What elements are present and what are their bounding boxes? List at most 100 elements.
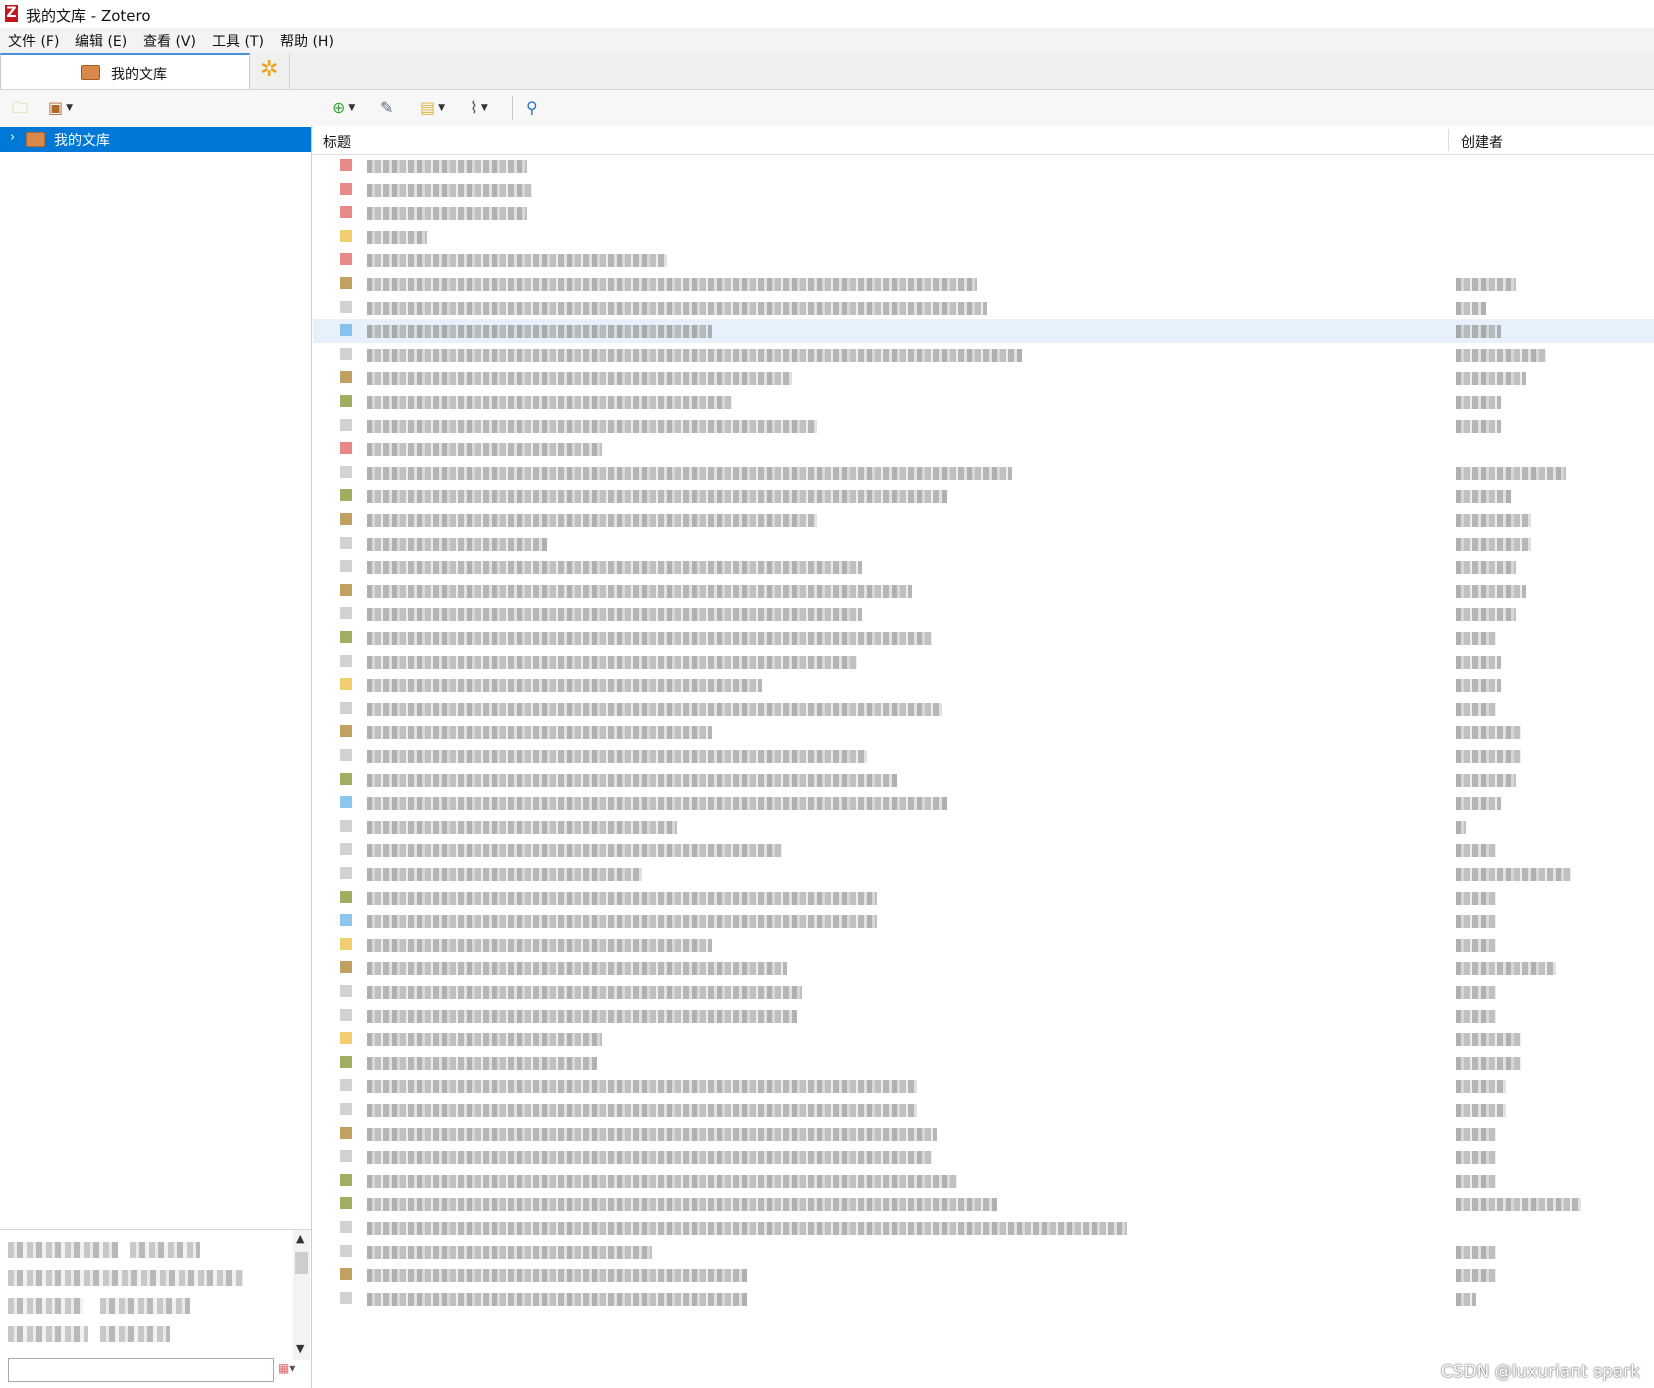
search-button[interactable]: ⚲: [526, 98, 538, 118]
menu-view[interactable]: 查看 (V): [143, 31, 196, 51]
new-item-button[interactable]: ⊕ ▼: [332, 98, 355, 118]
column-divider[interactable]: [1448, 129, 1449, 151]
item-row[interactable]: [313, 390, 1654, 414]
column-creator[interactable]: 创建者: [1461, 132, 1503, 152]
item-row[interactable]: [313, 933, 1654, 957]
item-type-icon: [340, 772, 352, 785]
item-row[interactable]: [313, 484, 1654, 508]
tag-blurred[interactable]: [130, 1242, 200, 1258]
tag-blurred[interactable]: [8, 1242, 118, 1258]
tag-blurred[interactable]: [100, 1326, 170, 1342]
item-row[interactable]: [313, 201, 1654, 225]
item-row[interactable]: [313, 343, 1654, 367]
item-row[interactable]: [313, 886, 1654, 910]
item-type-icon: [340, 725, 352, 738]
item-title-blurred: [367, 702, 942, 716]
tag-blurred[interactable]: [100, 1298, 190, 1314]
item-row[interactable]: [313, 1240, 1654, 1264]
item-row[interactable]: [313, 791, 1654, 815]
item-row[interactable]: [313, 154, 1654, 178]
new-collection-button[interactable]: 🗀: [12, 98, 28, 118]
item-title-blurred: [367, 348, 1022, 362]
item-title-blurred: [367, 608, 862, 622]
item-row[interactable]: [313, 980, 1654, 1004]
menu-edit[interactable]: 编辑 (E): [75, 31, 127, 51]
item-row[interactable]: [313, 744, 1654, 768]
item-row[interactable]: [313, 815, 1654, 839]
item-row[interactable]: [313, 225, 1654, 249]
column-title[interactable]: 标题: [323, 132, 351, 152]
tab-my-library[interactable]: 我的文库: [0, 53, 250, 89]
item-row[interactable]: [313, 602, 1654, 626]
item-row[interactable]: [313, 461, 1654, 485]
add-attachment-button[interactable]: ⌇ ▼: [470, 98, 488, 118]
item-title-blurred: [367, 372, 792, 386]
item-row[interactable]: [313, 1192, 1654, 1216]
item-creator-blurred: [1456, 938, 1496, 952]
item-row[interactable]: [313, 673, 1654, 697]
new-tab-button[interactable]: ✲: [252, 53, 290, 89]
library-add-icon: ▣: [48, 98, 64, 117]
item-type-icon: [340, 583, 352, 596]
item-type-icon: [340, 914, 352, 927]
item-type-icon: [340, 1244, 352, 1257]
item-row[interactable]: [313, 1004, 1654, 1028]
item-row[interactable]: [313, 1098, 1654, 1122]
collection-my-library[interactable]: › 我的文库: [0, 127, 311, 152]
item-row[interactable]: [313, 319, 1654, 344]
item-row[interactable]: [313, 1027, 1654, 1051]
item-row[interactable]: [313, 862, 1654, 886]
tag-actions-button[interactable]: ▦▾: [278, 1361, 310, 1381]
item-title-blurred: [367, 1033, 602, 1047]
item-row[interactable]: [313, 1051, 1654, 1075]
scroll-up-icon[interactable]: ▲: [296, 1232, 304, 1245]
item-row[interactable]: [313, 414, 1654, 438]
item-row[interactable]: [313, 1122, 1654, 1146]
scroll-thumb[interactable]: [295, 1252, 308, 1274]
item-row[interactable]: [313, 1145, 1654, 1169]
add-by-identifier-button[interactable]: ✎: [380, 98, 393, 118]
item-row[interactable]: [313, 178, 1654, 202]
item-creator-blurred: [1456, 514, 1531, 527]
item-row[interactable]: [313, 579, 1654, 603]
item-title-blurred: [367, 490, 947, 504]
tag-scrollbar[interactable]: ▲ ▼: [293, 1230, 310, 1360]
item-row[interactable]: [313, 720, 1654, 744]
item-row[interactable]: [313, 1074, 1654, 1098]
menu-tools[interactable]: 工具 (T): [212, 31, 264, 51]
item-title-blurred: [367, 844, 782, 858]
item-row[interactable]: [313, 1287, 1654, 1311]
item-row[interactable]: [313, 248, 1654, 272]
item-row[interactable]: [313, 272, 1654, 296]
menu-help[interactable]: 帮助 (H): [280, 31, 334, 51]
item-row[interactable]: [313, 437, 1654, 461]
tag-blurred[interactable]: [8, 1326, 88, 1342]
tag-blurred[interactable]: [8, 1270, 243, 1286]
item-row[interactable]: [313, 366, 1654, 390]
tag-blurred[interactable]: [8, 1298, 83, 1314]
chevron-right-icon[interactable]: ›: [10, 130, 15, 145]
item-row[interactable]: [313, 508, 1654, 532]
item-row[interactable]: [313, 1263, 1654, 1287]
item-row[interactable]: [313, 1216, 1654, 1240]
item-row[interactable]: [313, 768, 1654, 792]
tag-filter-input[interactable]: [8, 1358, 274, 1382]
item-type-icon: [340, 465, 352, 478]
item-creator-blurred: [1456, 1033, 1521, 1047]
item-row[interactable]: [313, 838, 1654, 862]
new-library-menu-button[interactable]: ▣ ▼: [48, 98, 73, 118]
item-creator-blurred: [1456, 1198, 1581, 1212]
item-row[interactable]: [313, 909, 1654, 933]
scroll-down-icon[interactable]: ▼: [296, 1342, 304, 1355]
item-row[interactable]: [313, 532, 1654, 556]
item-row[interactable]: [313, 296, 1654, 320]
item-row[interactable]: [313, 555, 1654, 579]
item-row[interactable]: [313, 650, 1654, 674]
menu-file[interactable]: 文件 (F): [8, 31, 59, 51]
new-note-button[interactable]: ▤ ▼: [420, 98, 445, 118]
item-creator-blurred: [1456, 584, 1526, 598]
item-row[interactable]: [313, 956, 1654, 980]
item-row[interactable]: [313, 697, 1654, 721]
item-row[interactable]: [313, 1169, 1654, 1193]
item-row[interactable]: [313, 626, 1654, 650]
